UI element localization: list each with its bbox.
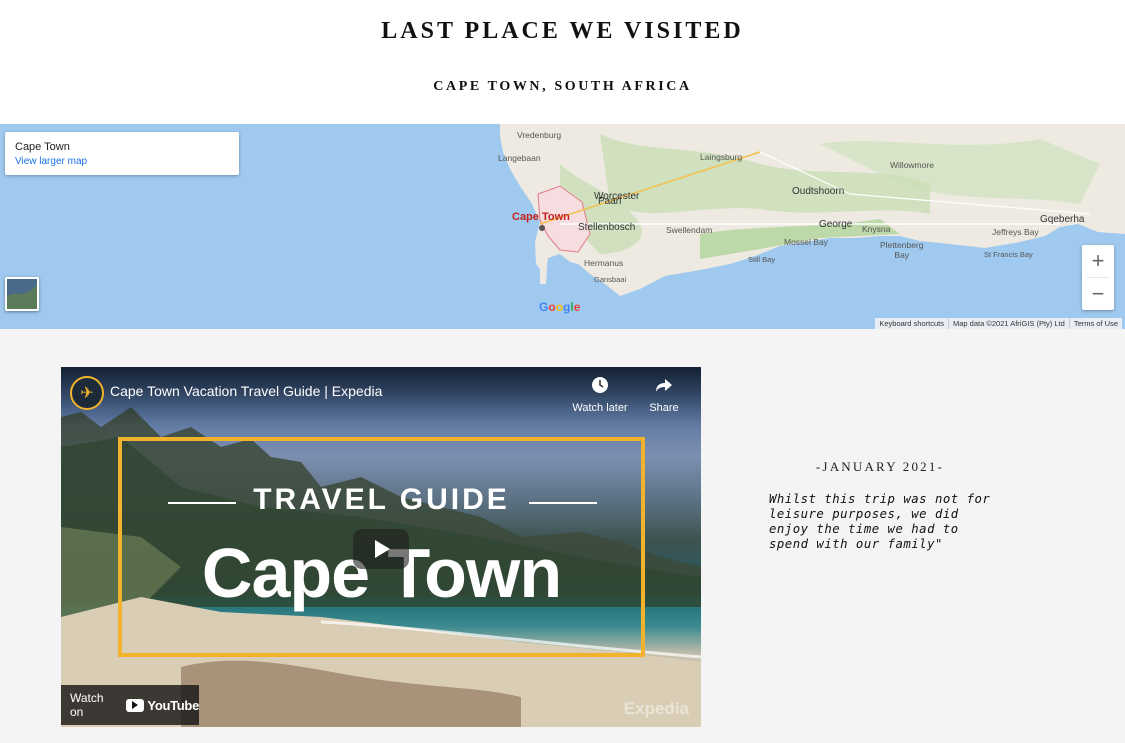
share-button[interactable]: Share xyxy=(629,376,699,414)
map-place-card: Cape Town View larger map xyxy=(5,132,239,175)
map-label-laingsburg: Laingsburg xyxy=(700,152,743,162)
map-zoom-controls: + − xyxy=(1082,245,1114,310)
map-data-attribution: Map data ©2021 AfriGIS (Pty) Ltd xyxy=(949,318,1070,329)
map-label-cape-town: Cape Town xyxy=(512,211,570,223)
map-label-oudtshoorn: Oudtshoorn xyxy=(792,186,845,197)
watch-later-label: Watch later xyxy=(572,402,628,414)
youtube-wordmark: YouTube xyxy=(147,697,199,713)
share-arrow-icon xyxy=(629,376,699,399)
trip-section: ✈ Cape Town Vacation Travel Guide | Expe… xyxy=(0,329,1125,743)
google-logo[interactable]: Google xyxy=(539,300,580,314)
youtube-embed[interactable]: ✈ Cape Town Vacation Travel Guide | Expe… xyxy=(61,367,701,727)
map-place-title: Cape Town xyxy=(15,141,70,153)
map-label-knysna: Knysna xyxy=(862,224,891,234)
trip-note: Whilst this trip was not for leisure pur… xyxy=(769,492,991,551)
map-label-swellendam: Swellendam xyxy=(666,225,713,235)
trip-date: -JANUARY 2021- xyxy=(815,459,945,474)
google-logo-letter: G xyxy=(539,300,549,314)
travel-guide-heading: TRAVEL GUIDE xyxy=(253,483,510,516)
map-label-worcester: Worcester xyxy=(594,191,640,202)
view-larger-map-link[interactable]: View larger map xyxy=(15,156,229,167)
watch-on-youtube-button[interactable]: Watch on YouTube xyxy=(61,685,199,725)
embedded-map[interactable]: Cape Town View larger map Vredenburg Lan… xyxy=(0,124,1125,329)
terms-of-use-link[interactable]: Terms of Use xyxy=(1070,318,1122,329)
keyboard-shortcuts-link[interactable]: Keyboard shortcuts xyxy=(875,318,949,329)
map-satellite-toggle[interactable] xyxy=(5,277,39,311)
youtube-play-icon xyxy=(126,698,145,712)
google-logo-letter: o xyxy=(555,300,564,314)
zoom-out-button[interactable]: − xyxy=(1082,278,1114,310)
google-logo-letter: o xyxy=(548,300,556,314)
map-label-langebaan: Langebaan xyxy=(498,153,541,163)
clock-icon xyxy=(565,376,635,399)
share-label: Share xyxy=(649,402,679,414)
map-label-jeffreys-bay: Jeffreys Bay xyxy=(992,227,1039,237)
map-label-stellenbosch: Stellenbosch xyxy=(578,222,636,233)
google-logo-letter: e xyxy=(573,300,581,314)
expedia-channel-logo[interactable]: ✈ xyxy=(70,376,104,410)
map-label-hermanus: Hermanus xyxy=(584,258,624,268)
video-title[interactable]: Cape Town Vacation Travel Guide | Expedi… xyxy=(110,383,382,399)
play-icon xyxy=(375,540,390,558)
page-title: LAST PLACE WE VISITED xyxy=(381,18,744,44)
map-label-vredenburg: Vredenburg xyxy=(517,130,562,140)
map-label-mossel-bay: Mossel Bay xyxy=(784,237,828,247)
zoom-in-button[interactable]: + xyxy=(1082,245,1114,277)
map-label-gansbaai: Gansbaai xyxy=(594,275,627,284)
map-label-st-francis-bay: St Francis Bay xyxy=(984,250,1033,259)
map-label-george: George xyxy=(819,219,853,230)
play-button[interactable] xyxy=(353,529,409,569)
map-label-gqeberha: Gqeberha xyxy=(1040,214,1085,225)
airplane-icon: ✈ xyxy=(80,385,94,402)
page-subtitle: CAPE TOWN, SOUTH AFRICA xyxy=(433,79,692,94)
expedia-watermark: Expedia xyxy=(623,699,689,718)
watch-later-button[interactable]: Watch later xyxy=(565,376,635,414)
map-attribution: Keyboard shortcuts Map data ©2021 AfriGI… xyxy=(875,318,1122,329)
page-header: LAST PLACE WE VISITED CAPE TOWN, SOUTH A… xyxy=(0,0,1125,124)
map-label-still-bay: Still Bay xyxy=(748,255,776,264)
satellite-thumbnail-icon xyxy=(7,279,37,309)
watch-on-label: Watch on xyxy=(70,691,104,719)
map-label-willowmore: Willowmore xyxy=(890,160,934,170)
map-label-plettenberg-bay: Plettenberg Bay xyxy=(880,240,924,260)
